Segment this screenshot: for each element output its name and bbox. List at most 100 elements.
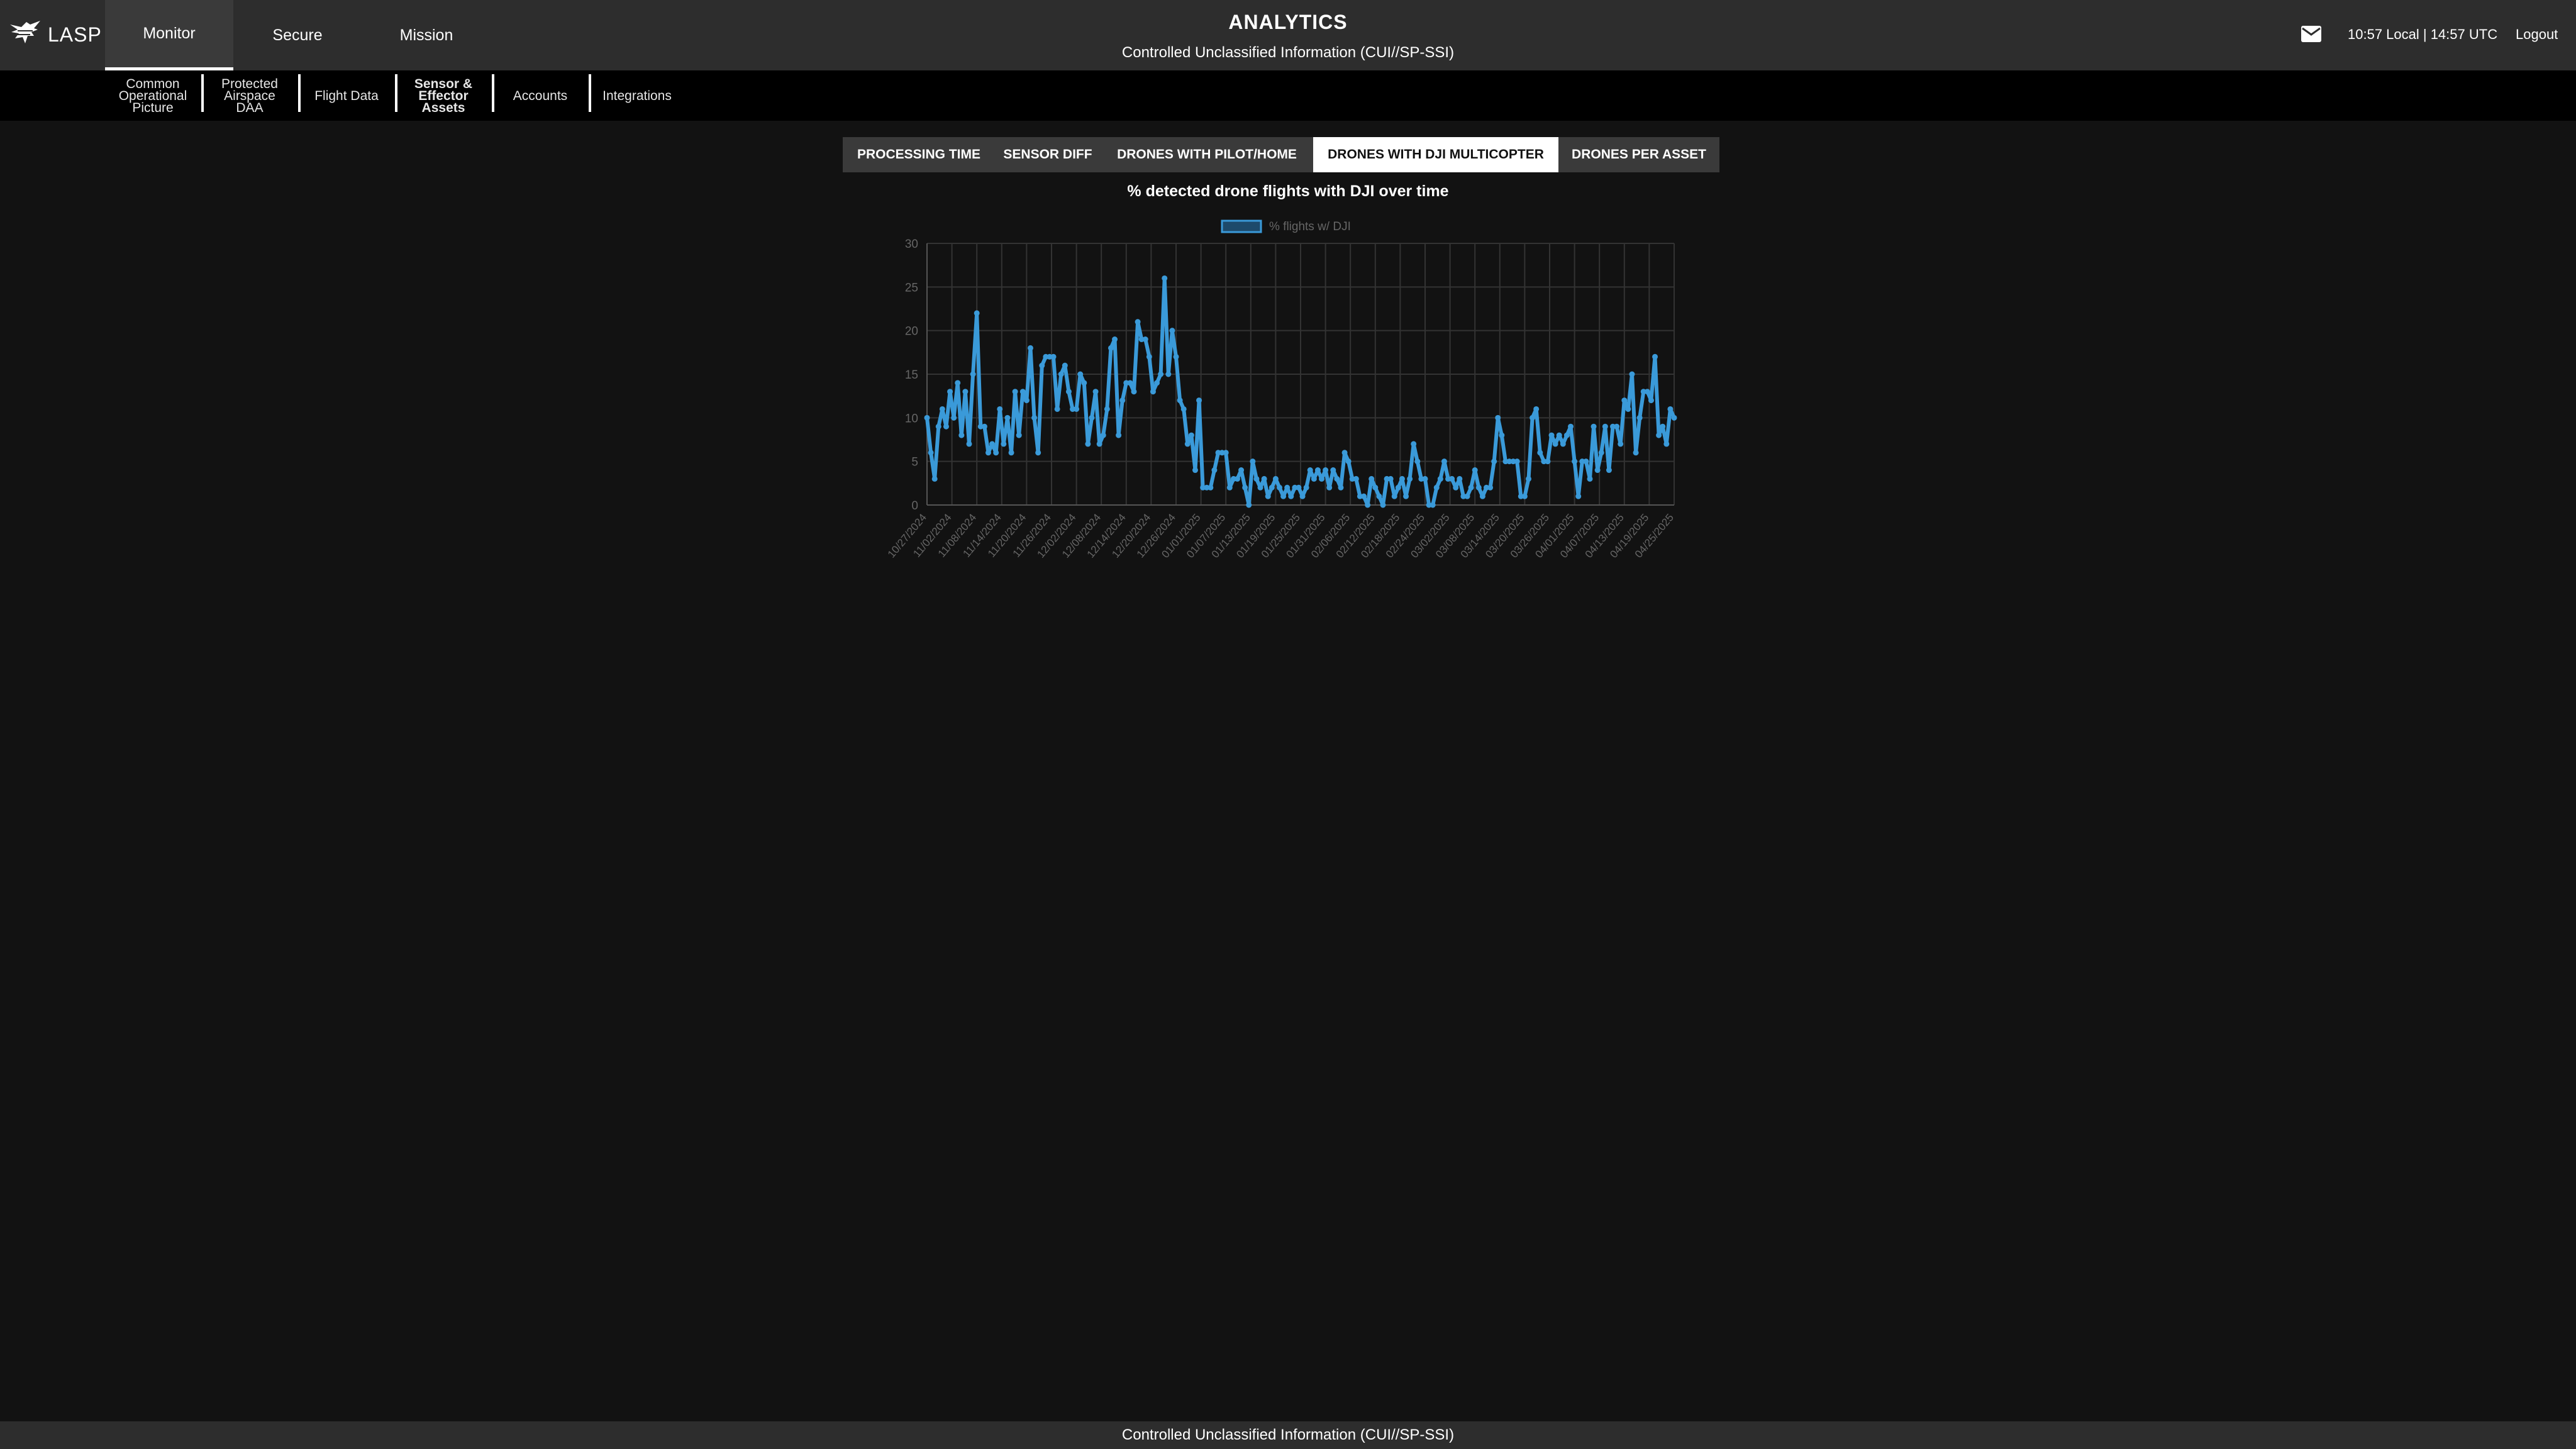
data-point (993, 450, 999, 456)
data-point (1012, 389, 1018, 395)
data-point (1499, 432, 1505, 438)
subnav-protected-airspace-daa[interactable]: Protected Airspace DAA (203, 70, 297, 121)
data-point (1269, 484, 1275, 491)
data-point (1119, 397, 1126, 404)
data-point (1487, 484, 1494, 491)
data-point (1108, 345, 1114, 351)
tab-drones-per-asset[interactable]: DRONES PER ASSET (1558, 137, 1719, 172)
data-point (1399, 475, 1405, 482)
data-point (1594, 467, 1601, 474)
nav-tab-monitor[interactable]: Monitor (105, 0, 233, 70)
data-point (1162, 275, 1168, 281)
data-point (1667, 406, 1674, 412)
data-point (1169, 328, 1175, 334)
data-point (1563, 432, 1570, 438)
data-point (989, 441, 996, 447)
data-point (1039, 362, 1045, 369)
subnav-accounts[interactable]: Accounts (493, 70, 587, 121)
subnav-sensor-effector-assets[interactable]: Sensor & Effector Assets (396, 70, 491, 121)
data-point (1226, 484, 1233, 491)
data-point (1319, 475, 1325, 482)
tab-drones-with-pilot-home[interactable]: DRONES WITH PILOT/HOME (1101, 137, 1313, 172)
data-point (1341, 450, 1348, 456)
data-point (1572, 458, 1578, 465)
data-point (1131, 389, 1137, 395)
y-tick-label: 0 (911, 499, 918, 513)
data-point (1326, 484, 1333, 491)
data-point (1338, 484, 1344, 491)
data-point (1242, 484, 1248, 491)
data-point (1058, 371, 1064, 377)
subnav-integrations[interactable]: Integrations (590, 70, 684, 121)
data-point (1077, 371, 1084, 377)
data-point (1261, 475, 1267, 482)
data-point (1074, 406, 1080, 412)
data-point (1303, 484, 1309, 491)
data-point (1146, 353, 1152, 360)
data-point (1223, 450, 1229, 456)
data-point (943, 423, 949, 430)
data-point (1464, 493, 1470, 499)
mail-icon[interactable] (2301, 25, 2322, 43)
data-point (1368, 475, 1375, 482)
nav-tab-label: Secure (272, 26, 323, 44)
classification-banner-bottom: Controlled Unclassified Information (CUI… (0, 1421, 2576, 1449)
data-point (947, 389, 953, 395)
data-point (1345, 458, 1352, 465)
data-point (985, 450, 991, 456)
data-point (1062, 362, 1068, 369)
y-tick-label: 5 (911, 456, 918, 469)
data-point (935, 423, 941, 430)
nav-tab-mission[interactable]: Mission (362, 0, 491, 70)
y-tick-label: 15 (905, 369, 918, 382)
data-point (1031, 414, 1038, 421)
data-point (1311, 475, 1317, 482)
data-point (1165, 371, 1172, 377)
data-point (1250, 458, 1256, 465)
data-point (1296, 484, 1302, 491)
data-point (1135, 319, 1141, 325)
data-point (1525, 475, 1531, 482)
data-point (1414, 458, 1421, 465)
data-point (1618, 441, 1624, 447)
data-point (1556, 432, 1562, 438)
data-point (1054, 406, 1060, 412)
data-point (1449, 475, 1455, 482)
data-point (1008, 450, 1014, 456)
nav-tab-secure[interactable]: Secure (233, 0, 362, 70)
tab-processing-time[interactable]: PROCESSING TIME (843, 137, 995, 172)
data-point (1246, 502, 1252, 508)
data-point (1407, 475, 1413, 482)
data-point (1372, 484, 1379, 491)
data-point (1387, 475, 1394, 482)
subnav-common-operational-picture[interactable]: Common Operational Picture (106, 70, 200, 121)
data-point (1004, 414, 1011, 421)
data-point (1533, 406, 1540, 412)
data-point (1380, 502, 1386, 508)
data-point (1591, 423, 1597, 430)
data-point (1430, 502, 1436, 508)
tab-label: DRONES PER ASSET (1572, 147, 1706, 162)
data-point (1537, 450, 1543, 456)
data-point (1422, 475, 1428, 482)
tab-drones-with-dji-multicopter[interactable]: DRONES WITH DJI MULTICOPTER (1313, 137, 1558, 172)
app-logo[interactable]: LASP (9, 19, 102, 50)
data-point (1265, 493, 1271, 499)
data-point (1663, 441, 1670, 447)
data-point (1272, 475, 1279, 482)
tab-label: PROCESSING TIME (857, 147, 981, 162)
data-point (1184, 441, 1191, 447)
logout-link[interactable]: Logout (2516, 26, 2558, 43)
subnav-flight-data[interactable]: Flight Data (299, 70, 394, 121)
app-name: LASP (48, 23, 102, 46)
data-point (1391, 493, 1397, 499)
y-tick-label: 30 (905, 238, 918, 251)
data-point (1192, 467, 1198, 474)
data-point (1545, 458, 1551, 465)
data-point (931, 475, 938, 482)
tab-sensor-diff[interactable]: SENSOR DIFF (995, 137, 1101, 172)
legend-label: % flights w/ DJI (1269, 220, 1351, 233)
eagle-logo-icon (9, 18, 42, 52)
data-point (1568, 423, 1574, 430)
data-point (1065, 389, 1072, 395)
